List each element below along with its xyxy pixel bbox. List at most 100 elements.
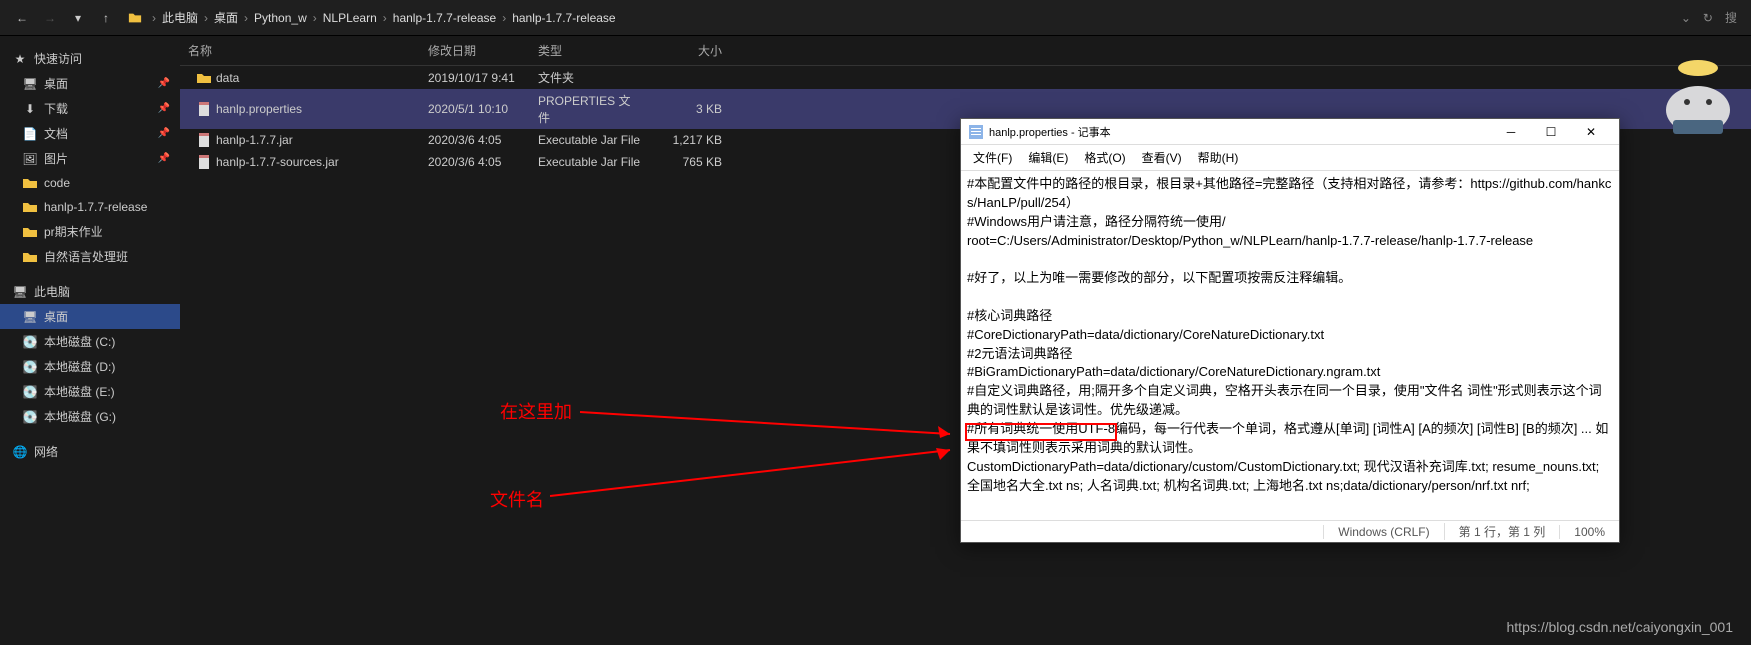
- disk-icon: 💽: [22, 334, 38, 350]
- folder-icon: [196, 70, 212, 86]
- sidebar-item[interactable]: 🖥桌面📌: [0, 71, 180, 96]
- sidebar-item[interactable]: 📄文档📌: [0, 121, 180, 146]
- sidebar-item-label: 本地磁盘 (D:): [44, 358, 115, 375]
- folder-icon: ⬇: [22, 101, 38, 117]
- col-name[interactable]: 名称: [180, 42, 420, 59]
- sidebar-item[interactable]: ⬇ 下载 📌: [0, 96, 180, 121]
- pin-icon: 📌: [158, 103, 170, 114]
- sidebar-item[interactable]: 🖥桌面: [0, 304, 180, 329]
- notepad-title: hanlp.properties - 记事本: [989, 124, 1491, 140]
- sidebar-item-label: 网络: [34, 443, 58, 460]
- notepad-statusbar: Windows (CRLF) 第 1 行，第 1 列 100%: [961, 520, 1619, 542]
- file-list-area: 名称 修改日期 类型 大小 data2019/10/17 9:41文件夹 hanl…: [180, 36, 1751, 645]
- sidebar-item-label: 本地磁盘 (G:): [44, 408, 116, 425]
- history-button[interactable]: ▾: [64, 4, 92, 32]
- sidebar-item-label: 快速访问: [34, 50, 82, 67]
- breadcrumb-item[interactable]: hanlp-1.7.7-release: [512, 11, 615, 25]
- sidebar-item[interactable]: 💽 本地磁盘 (C:): [0, 329, 180, 354]
- sidebar-item-label: 自然语言处理班: [44, 248, 128, 265]
- sidebar-item-label: code: [44, 176, 70, 190]
- sidebar-item-label: pr期末作业: [44, 223, 103, 240]
- menu-edit[interactable]: 编辑(E): [1020, 147, 1076, 168]
- sidebar-item[interactable]: 自然语言处理班: [0, 244, 180, 269]
- network[interactable]: 🌐 网络: [0, 439, 180, 464]
- dropdown-icon[interactable]: ⌄: [1681, 11, 1691, 25]
- sidebar-item[interactable]: hanlp-1.7.7-release: [0, 195, 180, 219]
- network-icon: 🌐: [12, 444, 28, 460]
- star-icon: ★: [12, 51, 28, 67]
- refresh-button[interactable]: ↻: [1703, 11, 1713, 25]
- breadcrumb[interactable]: › 此电脑› 桌面› Python_w› NLPLearn› hanlp-1.7…: [128, 9, 1681, 26]
- sidebar-item-label: 图片: [44, 150, 68, 167]
- folder-icon: [22, 224, 38, 240]
- column-headers: 名称 修改日期 类型 大小: [180, 36, 1751, 66]
- pin-icon: 📌: [158, 153, 170, 164]
- breadcrumb-item[interactable]: NLPLearn: [323, 11, 377, 25]
- folder-icon: [128, 11, 142, 25]
- notepad-icon: [969, 125, 983, 139]
- close-button[interactable]: ✕: [1571, 120, 1611, 144]
- sidebar-item[interactable]: code: [0, 171, 180, 195]
- sidebar-item-label: 桌面: [44, 308, 68, 325]
- sidebar-item[interactable]: 💽本地磁盘 (D:): [0, 354, 180, 379]
- quick-access[interactable]: ★ 快速访问: [0, 46, 180, 71]
- file-date: 2019/10/17 9:41: [420, 71, 530, 85]
- minimize-button[interactable]: ─: [1491, 120, 1531, 144]
- search-box[interactable]: 搜: [1725, 9, 1737, 26]
- notepad-titlebar[interactable]: hanlp.properties - 记事本 ─ ☐ ✕: [961, 119, 1619, 145]
- menu-file[interactable]: 文件(F): [965, 147, 1020, 168]
- annotation-label-1: 在这里加: [500, 398, 572, 424]
- file-icon: [196, 101, 212, 117]
- col-type[interactable]: 类型: [530, 42, 650, 59]
- file-type: Executable Jar File: [530, 155, 650, 169]
- annotation-highlight-box: [965, 423, 1117, 441]
- breadcrumb-item[interactable]: Python_w: [254, 11, 307, 25]
- status-zoom: 100%: [1559, 525, 1619, 539]
- notepad-text-area[interactable]: #本配置文件中的路径的根目录，根目录+其他路径=完整路径（支持相对路径，请参考：…: [961, 171, 1619, 520]
- sidebar-item[interactable]: 💽 本地磁盘 (G:): [0, 404, 180, 429]
- file-icon: [196, 154, 212, 170]
- sidebar-item-label: hanlp-1.7.7-release: [44, 200, 147, 214]
- sidebar-item[interactable]: pr期末作业: [0, 219, 180, 244]
- sidebar-item-label: 桌面: [44, 75, 68, 92]
- sidebar-item-label: 本地磁盘 (C:): [44, 333, 115, 350]
- maximize-button[interactable]: ☐: [1531, 120, 1571, 144]
- file-name: hanlp-1.7.7-sources.jar: [216, 155, 339, 169]
- sidebar-item-label: 下载: [44, 100, 68, 117]
- col-date[interactable]: 修改日期: [420, 42, 530, 59]
- file-size: 765 KB: [650, 155, 730, 169]
- sidebar-item-label: 此电脑: [34, 283, 70, 300]
- menu-help[interactable]: 帮助(H): [1190, 147, 1247, 168]
- up-button[interactable]: ↑: [92, 4, 120, 32]
- back-button[interactable]: ←: [8, 4, 36, 32]
- forward-button[interactable]: →: [36, 4, 64, 32]
- watermark: https://blog.csdn.net/caiyongxin_001: [1507, 619, 1734, 635]
- file-date: 2020/5/1 10:10: [420, 102, 530, 116]
- menu-format[interactable]: 格式(O): [1076, 147, 1133, 168]
- disk-icon: 💽: [22, 384, 38, 400]
- file-type: PROPERTIES 文件: [530, 92, 650, 126]
- notepad-menubar: 文件(F) 编辑(E) 格式(O) 查看(V) 帮助(H): [961, 145, 1619, 171]
- disk-icon: 💽: [22, 409, 38, 425]
- file-name: hanlp.properties: [216, 102, 302, 116]
- file-date: 2020/3/6 4:05: [420, 155, 530, 169]
- notepad-window: hanlp.properties - 记事本 ─ ☐ ✕ 文件(F) 编辑(E)…: [960, 118, 1620, 543]
- file-row[interactable]: data2019/10/17 9:41文件夹: [180, 66, 1751, 89]
- folder-icon: 📄: [22, 126, 38, 142]
- menu-view[interactable]: 查看(V): [1134, 147, 1190, 168]
- breadcrumb-item[interactable]: hanlp-1.7.7-release: [393, 11, 496, 25]
- col-size[interactable]: 大小: [650, 42, 730, 59]
- folder-icon: [22, 175, 38, 191]
- sidebar-item[interactable]: 🖼图片📌: [0, 146, 180, 171]
- file-size: 3 KB: [650, 102, 730, 116]
- sidebar: ★快速访问 🖥桌面📌⬇下载📌📄文档📌🖼图片📌codehanlp-1.7.7-re…: [0, 36, 180, 645]
- breadcrumb-item[interactable]: 桌面: [214, 9, 238, 26]
- status-position: 第 1 行，第 1 列: [1444, 523, 1560, 540]
- sidebar-item[interactable]: 💽本地磁盘 (E:): [0, 379, 180, 404]
- folder-icon: [22, 199, 38, 215]
- folder-icon: [22, 249, 38, 265]
- annotation-label-2: 文件名: [490, 486, 544, 512]
- address-toolbar: ← → ▾ ↑ › 此电脑› 桌面› Python_w› NLPLearn› h…: [0, 0, 1751, 36]
- this-pc[interactable]: 🖥此电脑: [0, 279, 180, 304]
- breadcrumb-item[interactable]: 此电脑: [162, 9, 198, 26]
